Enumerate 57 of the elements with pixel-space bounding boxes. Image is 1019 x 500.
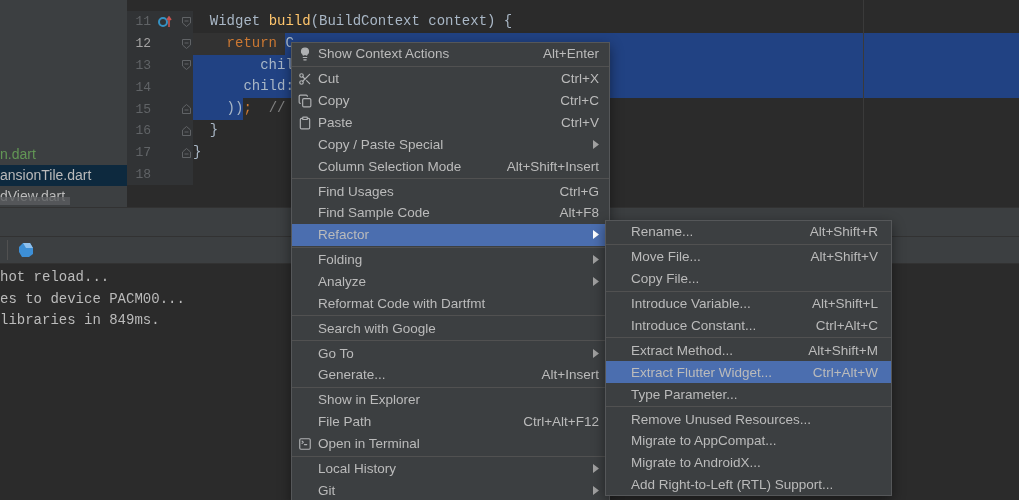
menu-item[interactable]: Rename... Alt+Shift+R — [606, 221, 891, 243]
submenu-arrow-icon — [593, 139, 599, 149]
submenu-arrow-icon — [593, 276, 599, 286]
submenu-arrow-icon — [593, 255, 599, 265]
clipboard-icon — [298, 115, 312, 130]
menu-item[interactable]: Move File... Alt+Shift+V — [606, 246, 891, 268]
console-line: es to device PACM00... — [0, 289, 185, 309]
menu-item[interactable]: Show Context Actions Alt+Enter — [292, 43, 609, 65]
menu-item[interactable]: Migrate to AndroidX... — [606, 451, 891, 474]
menu-item[interactable]: Reformat Code with Dartfmt — [292, 292, 609, 315]
line-number: 12 — [134, 36, 151, 52]
menu-item[interactable]: Migrate to AppCompat... — [606, 429, 891, 452]
copy-icon — [298, 93, 312, 108]
menu-item[interactable]: Introduce Constant... Ctrl+Alt+C — [606, 314, 891, 337]
menu-item[interactable]: Search with Google — [292, 317, 609, 340]
terminal-icon — [298, 436, 312, 451]
fold-marker-icon[interactable] — [181, 60, 191, 71]
menu-item[interactable]: Type Parameter... — [606, 383, 891, 405]
menu-item[interactable]: Go To — [292, 342, 609, 365]
menu-item[interactable]: File Path Ctrl+Alt+F12 — [292, 410, 609, 433]
fold-marker-icon[interactable] — [181, 125, 191, 136]
menu-item[interactable]: Open in Terminal — [292, 432, 609, 455]
submenu-arrow-icon — [593, 485, 599, 495]
menu-item[interactable]: Find Usages Ctrl+G — [292, 180, 609, 202]
console-line: hot reload... — [0, 268, 110, 287]
lightbulb-icon — [298, 47, 312, 61]
fold-marker-icon[interactable] — [181, 147, 191, 158]
menu-item[interactable]: Show in Explorer — [292, 389, 609, 411]
menu-item[interactable]: Find Sample Code Alt+F8 — [292, 201, 609, 224]
file-item[interactable]: n.dart — [0, 144, 127, 165]
fold-marker-icon[interactable] — [181, 38, 191, 49]
logo-icon[interactable] — [18, 242, 34, 258]
override-marker-icon[interactable] — [158, 15, 172, 28]
file-item[interactable]: ansionTile.dart — [0, 165, 127, 186]
fold-marker-icon[interactable] — [181, 16, 191, 27]
fold-marker-icon[interactable] — [181, 104, 191, 115]
scissors-icon — [298, 72, 312, 86]
menu-item[interactable]: Cut Ctrl+X — [292, 68, 609, 90]
menu-item[interactable]: Generate... Alt+Insert — [292, 364, 609, 386]
menu-item[interactable]: Introduce Variable... Alt+Shift+L — [606, 292, 891, 315]
submenu-arrow-icon — [593, 348, 599, 358]
menu-item[interactable]: Column Selection Mode Alt+Shift+Insert — [292, 155, 609, 177]
console-line: libraries in 849ms. — [0, 311, 160, 330]
menu-item[interactable]: Extract Method... Alt+Shift+M — [606, 339, 891, 362]
menu-item[interactable]: Add Right-to-Left (RTL) Support... — [606, 473, 891, 496]
menu-item[interactable]: Remove Unused Resources... — [606, 408, 891, 430]
submenu-arrow-icon — [593, 464, 599, 474]
file-item[interactable]: dView.dart — [0, 186, 127, 207]
menu-item[interactable]: Folding — [292, 248, 609, 271]
menu-item[interactable]: Copy File... — [606, 267, 891, 290]
menu-item[interactable]: Copy / Paste Special — [292, 133, 609, 156]
menu-item[interactable]: Git — [292, 479, 609, 500]
menu-item[interactable]: Analyze — [292, 270, 609, 293]
menu-item[interactable]: Paste Ctrl+V — [292, 111, 609, 134]
menu-item[interactable]: Local History — [292, 457, 609, 480]
menu-item[interactable]: Copy Ctrl+C — [292, 89, 609, 112]
submenu-arrow-icon — [593, 230, 599, 240]
